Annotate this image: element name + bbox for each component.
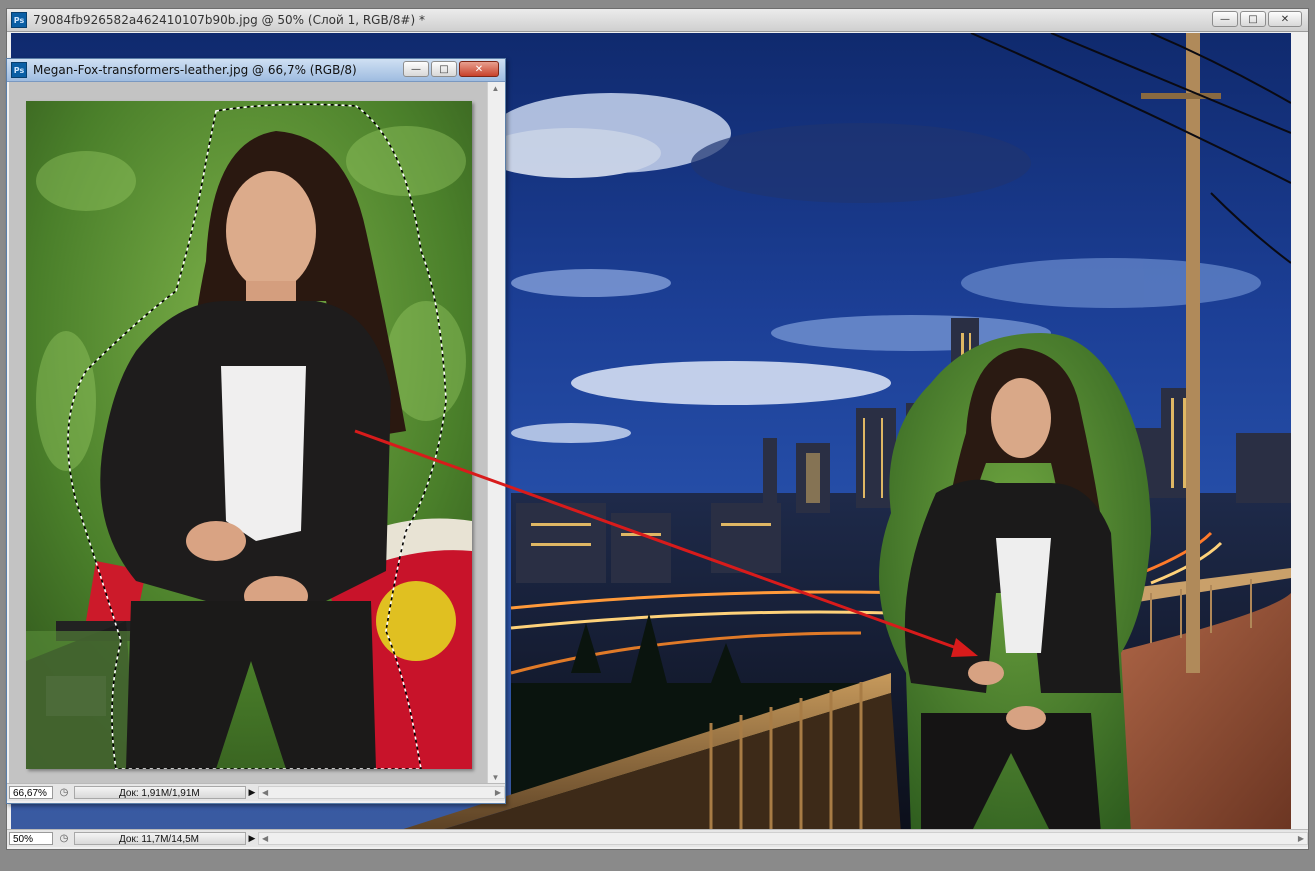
main-doc-info: Док: 11,7M/14,5M [74,832,246,845]
maximize-button[interactable]: □ [431,61,457,77]
main-titlebar[interactable]: Ps 79084fb926582a462410107b90b.jpg @ 50%… [7,9,1308,32]
source-document-window: Ps Megan-Fox-transformers-leather.jpg @ … [6,58,506,804]
minimize-button[interactable]: — [1212,11,1238,27]
chevron-left-icon[interactable]: ◀ [262,787,268,799]
chevron-down-icon[interactable]: ▼ [488,773,503,782]
maximize-icon: □ [1248,13,1258,25]
photoshop-icon: Ps [11,12,27,28]
source-zoom-field[interactable]: 66,67% [9,786,53,799]
minimize-icon: — [411,63,421,75]
chevron-right-icon[interactable]: ▶ [1298,833,1304,845]
close-button[interactable]: ✕ [459,61,499,77]
clock-icon[interactable]: ◷ [56,832,72,845]
main-zoom-field[interactable]: 50% [9,832,53,845]
minimize-button[interactable]: — [403,61,429,77]
maximize-button[interactable]: □ [1240,11,1266,27]
chevron-right-icon[interactable]: ▶ [495,787,501,799]
source-doc-info: Док: 1,91M/1,91M [74,786,246,799]
close-icon: ✕ [474,63,484,75]
clock-icon[interactable]: ◷ [56,786,72,799]
source-vertical-scrollbar[interactable]: ▲ ▼ [487,82,503,784]
main-statusbar: 50% ◷ Док: 11,7M/14,5M ▶ ◀ ▶ [7,829,1308,847]
main-horizontal-scrollbar[interactable]: ◀ ▶ [258,832,1308,845]
main-window-controls: — □ ✕ [1212,11,1302,27]
arrow-right-icon[interactable]: ▶ [246,787,258,798]
close-icon: ✕ [1280,13,1290,25]
minimize-icon: — [1220,13,1230,25]
face [226,171,316,291]
source-titlebar[interactable]: Ps Megan-Fox-transformers-leather.jpg @ … [7,59,505,82]
main-window-title: 79084fb926582a462410107b90b.jpg @ 50% (С… [33,13,425,27]
source-horizontal-scrollbar[interactable]: ◀ ▶ [258,786,505,799]
source-canvas[interactable] [26,101,472,769]
source-window-controls: — □ ✕ [403,61,499,77]
close-button[interactable]: ✕ [1268,11,1302,27]
maximize-icon: □ [439,63,449,75]
photoshop-icon: Ps [11,62,27,78]
white-top [221,366,306,541]
left-hand [186,521,246,561]
arrow-right-icon[interactable]: ▶ [246,833,258,844]
chevron-up-icon[interactable]: ▲ [488,84,503,93]
source-statusbar: 66,67% ◷ Док: 1,91M/1,91M ▶ ◀ ▶ [7,783,505,801]
pasted-cutout [879,333,1151,833]
source-window-title: Megan-Fox-transformers-leather.jpg @ 66,… [33,63,357,77]
chevron-left-icon[interactable]: ◀ [262,833,268,845]
